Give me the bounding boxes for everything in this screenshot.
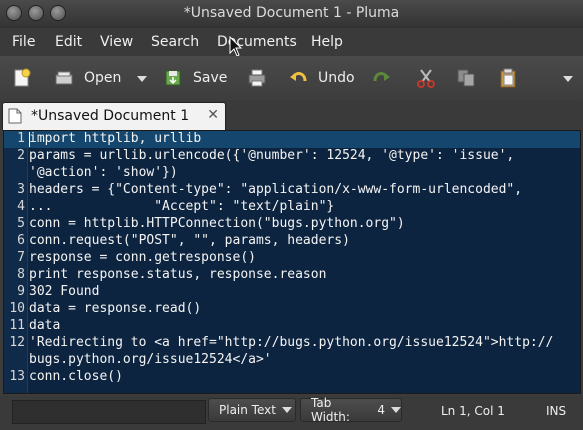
print-icon — [248, 69, 266, 87]
close-tab-icon[interactable]: ✕ — [207, 107, 219, 123]
code-line[interactable]: 12 'Redirecting to <a href="http://bugs.p… — [4, 335, 580, 352]
text-cursor — [29, 132, 30, 147]
code-line[interactable]: 5 conn = httplib.HTTPConnection("bugs.pyt… — [4, 216, 580, 233]
cursor-position: Ln 1, Col 1 — [441, 404, 505, 418]
code-text: ... "Accept": "text/plain"} — [29, 199, 335, 214]
scissors-icon — [417, 69, 435, 88]
tab-label: *Unsaved Document 1 — [31, 108, 190, 124]
tab-unsaved-document-1[interactable]: *Unsaved Document 1 ✕ — [2, 102, 226, 130]
code-line[interactable]: 1 import httplib, urllib — [4, 131, 580, 148]
open-recent-dropdown-icon[interactable] — [137, 76, 147, 82]
code-text: conn = httplib.HTTPConnection("bugs.pyth… — [29, 216, 405, 231]
toolbar-overflow-icon[interactable] — [563, 76, 573, 82]
code-text: response = conn.getresponse() — [29, 250, 256, 265]
status-message-field — [12, 400, 206, 424]
code-text: conn.close() — [29, 369, 123, 384]
cut-button[interactable] — [416, 64, 436, 92]
code-line[interactable]: 4 ... "Accept": "text/plain"} — [4, 199, 580, 216]
code-text: import httplib, urllib — [29, 131, 202, 146]
new-button[interactable] — [12, 64, 32, 92]
code-text: data = response.read() — [29, 301, 202, 316]
tab-width-selector[interactable]: Tab Width: 4 — [300, 396, 402, 424]
code-text: 'Redirecting to <a href="http://bugs.pyt… — [29, 335, 554, 350]
line-number: 11 — [9, 318, 25, 333]
open-folder-icon — [55, 71, 73, 85]
code-line[interactable]: '@action': 'show'}) — [4, 165, 580, 182]
code-text: data — [29, 318, 61, 333]
line-number: 13 — [9, 369, 25, 384]
redo-button[interactable] — [372, 64, 392, 92]
tab-bar: *Unsaved Document 1 ✕ — [0, 100, 583, 130]
chevron-down-icon — [281, 407, 292, 413]
code-line[interactable]: 10 data = response.read() — [4, 301, 580, 318]
code-editor[interactable]: 1 import httplib, urllib 2 params = urllib.… — [3, 130, 581, 394]
redo-icon — [373, 72, 390, 82]
mouse-pointer-icon — [229, 36, 243, 57]
chevron-down-icon — [391, 407, 401, 413]
insert-mode: INS — [546, 404, 567, 418]
menu-search[interactable]: Search — [151, 34, 199, 50]
status-bar: Plain Text Tab Width: 4 Ln 1, Col 1 INS — [0, 396, 583, 430]
line-number: 5 — [17, 216, 25, 231]
copy-icon — [457, 69, 475, 87]
tab-width-label: Tab Width: — [311, 396, 350, 424]
code-line[interactable]: 7 response = conn.getresponse() — [4, 250, 580, 267]
code-line[interactable]: 13 conn.close() — [4, 369, 580, 386]
paste-button[interactable] — [498, 64, 518, 92]
code-line[interactable]: 8 print response.status, response.reason — [4, 267, 580, 284]
code-line[interactable]: 6 conn.request("POST", "", params, header… — [4, 233, 580, 250]
open-button[interactable]: Open — [54, 64, 121, 92]
code-line[interactable]: bugs.python.org/issue12524</a>' — [4, 352, 580, 369]
line-number: 4 — [17, 199, 25, 214]
menu-edit[interactable]: Edit — [55, 34, 82, 50]
open-label: Open — [84, 70, 122, 86]
language-label: Plain Text — [219, 403, 276, 417]
code-line[interactable]: 11 data — [4, 318, 580, 335]
menu-view[interactable]: View — [100, 34, 133, 50]
new-document-icon — [14, 68, 31, 87]
save-label: Save — [193, 70, 228, 86]
code-text: bugs.python.org/issue12524</a>' — [29, 352, 272, 367]
undo-label: Undo — [318, 70, 355, 86]
line-number: 3 — [17, 182, 25, 197]
code-line[interactable]: 9 302 Found — [4, 284, 580, 301]
menu-file[interactable]: File — [12, 34, 35, 50]
line-number: 10 — [9, 301, 25, 316]
tab-width-value: 4 — [377, 403, 385, 417]
code-text: headers = {"Content-type": "application/… — [29, 182, 523, 197]
code-line[interactable]: 3 headers = {"Content-type": "application… — [4, 182, 580, 199]
undo-button[interactable]: Undo — [288, 64, 355, 92]
code-text: '@action': 'show'}) — [29, 165, 178, 180]
line-number: 8 — [17, 267, 25, 282]
line-number: 1 — [17, 131, 25, 146]
menu-bar: File Edit View Search Documents Help — [0, 28, 583, 56]
save-icon — [165, 70, 181, 86]
paste-icon — [500, 68, 516, 88]
window-title: *Unsaved Document 1 - Pluma — [183, 5, 400, 21]
code-text: 302 Found — [29, 284, 100, 299]
menu-help[interactable]: Help — [311, 34, 343, 50]
line-number: 12 — [9, 335, 25, 350]
line-number: 2 — [17, 148, 25, 163]
copy-button[interactable] — [456, 64, 476, 92]
code-text: params = urllib.urlencode({'@number': 12… — [29, 148, 515, 163]
document-icon — [8, 108, 22, 124]
code-text: print response.status, response.reason — [29, 267, 327, 282]
line-number: 9 — [17, 284, 25, 299]
code-line[interactable]: 2 params = urllib.urlencode({'@number': 1… — [4, 148, 580, 165]
save-button[interactable]: Save — [163, 64, 227, 92]
line-number: 7 — [17, 250, 25, 265]
line-number: 6 — [17, 233, 25, 248]
undo-icon — [290, 72, 307, 82]
print-button[interactable] — [247, 64, 267, 92]
language-selector[interactable]: Plain Text — [208, 398, 296, 422]
title-bar: *Unsaved Document 1 - Pluma — [0, 0, 583, 28]
toolbar: Open Save Undo — [0, 56, 583, 101]
code-text: conn.request("POST", "", params, headers… — [29, 233, 350, 248]
